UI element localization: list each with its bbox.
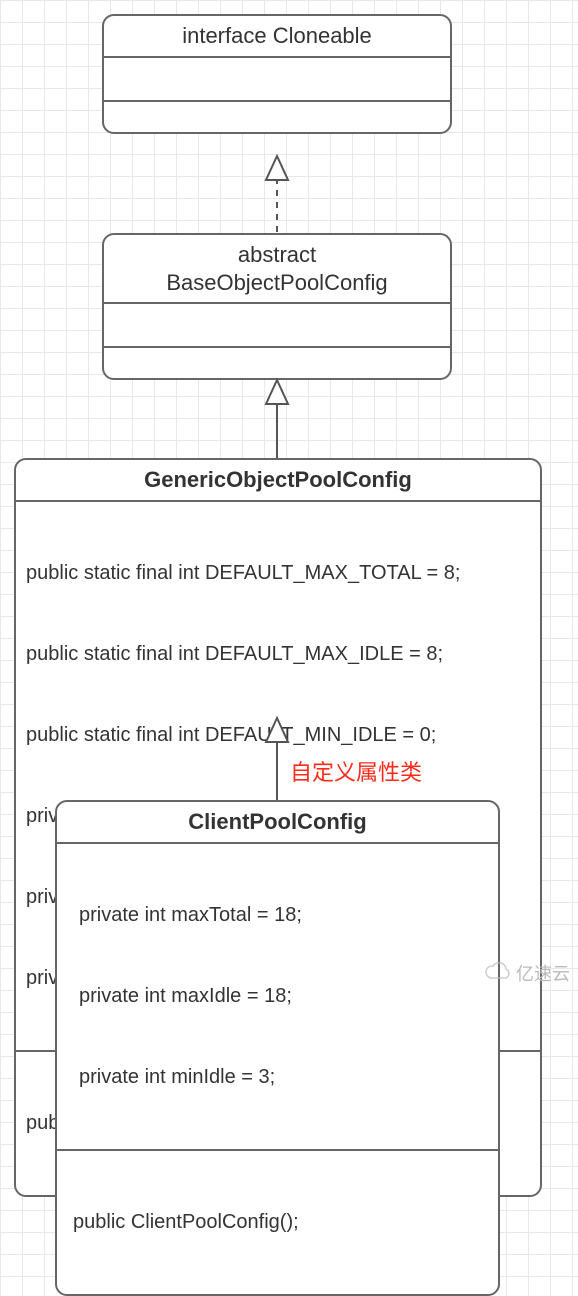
cloud-icon	[484, 962, 512, 985]
attributes-section: private int maxTotal = 18; private int m…	[57, 844, 498, 1151]
operation-line: public ClientPoolConfig();	[73, 1209, 488, 1236]
watermark-text: 亿速云	[516, 960, 570, 986]
attribute-line: public static final int DEFAULT_MAX_TOTA…	[26, 560, 530, 587]
relation-generalization	[266, 380, 288, 458]
attributes-section	[104, 58, 450, 102]
stereotype-label: abstract	[114, 241, 440, 269]
annotation-label: 自定义属性类	[290, 755, 422, 787]
attribute-line: public static final int DEFAULT_MIN_IDLE…	[26, 722, 530, 749]
operations-section	[104, 348, 450, 378]
class-base-object-pool-config: abstract BaseObjectPoolConfig	[102, 233, 452, 380]
operations-section: public ClientPoolConfig();	[57, 1151, 498, 1294]
class-cloneable: interface Cloneable	[102, 14, 452, 134]
class-title: GenericObjectPoolConfig	[16, 460, 540, 502]
attributes-section	[104, 304, 450, 348]
attribute-line: private int minIdle = 3;	[79, 1064, 488, 1091]
class-title: abstract BaseObjectPoolConfig	[104, 235, 450, 304]
operations-section	[104, 102, 450, 132]
class-name-label: ClientPoolConfig	[67, 808, 488, 836]
class-name-label: GenericObjectPoolConfig	[26, 466, 530, 494]
attribute-line: private int maxIdle = 18;	[79, 983, 488, 1010]
class-title: interface Cloneable	[104, 16, 450, 58]
attribute-line: private int maxTotal = 18;	[79, 902, 488, 929]
attribute-line: public static final int DEFAULT_MAX_IDLE…	[26, 641, 530, 668]
class-client-pool-config: ClientPoolConfig private int maxTotal = …	[55, 800, 500, 1296]
relation-realization	[266, 156, 288, 232]
watermark: 亿速云	[484, 960, 570, 986]
class-title: ClientPoolConfig	[57, 802, 498, 844]
stereotype-label: interface Cloneable	[114, 22, 440, 50]
class-name-label: BaseObjectPoolConfig	[114, 269, 440, 297]
